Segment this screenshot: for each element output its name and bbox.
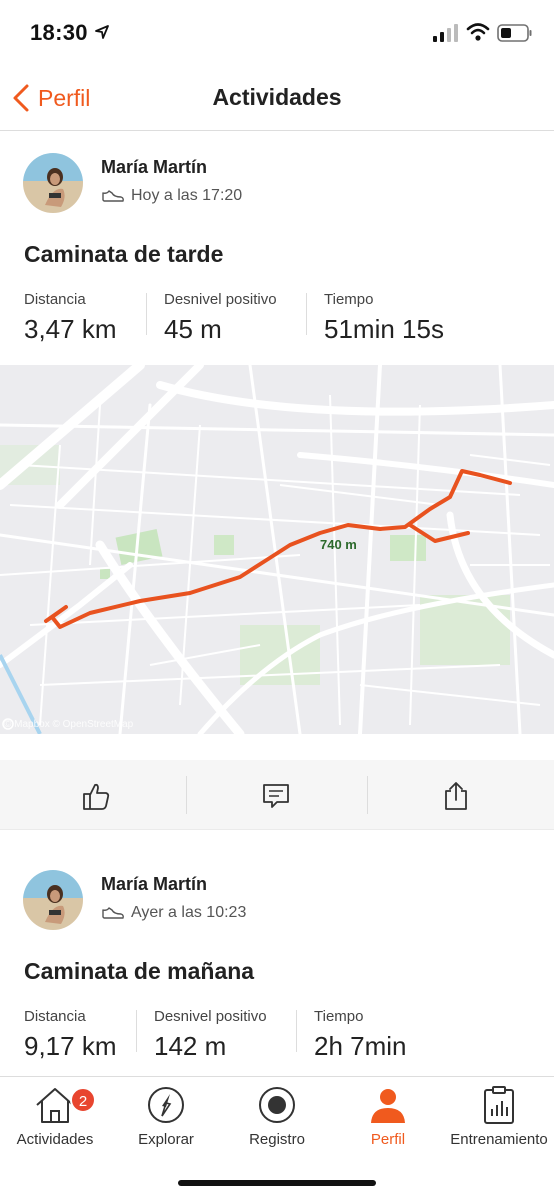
stat-label: Tiempo [314, 1008, 364, 1025]
stat-label: Tiempo [324, 291, 374, 308]
stat-distance: Distancia 3,47 km [24, 291, 117, 345]
tab-perfil[interactable]: Perfil [333, 1085, 443, 1155]
activity-time-label: Ayer a las 10:23 [131, 904, 247, 921]
page-title: Actividades [212, 84, 342, 110]
stat-value: 3,47 km [24, 314, 117, 344]
activity-title[interactable]: Caminata de mañana [24, 958, 254, 985]
activity-card[interactable]: María Martín Ayer a las 10:23 Caminata d… [0, 848, 554, 1076]
divider [306, 293, 307, 335]
divider [296, 1010, 297, 1052]
stat-value: 45 m [164, 314, 222, 344]
stat-value: 2h 7min [314, 1031, 407, 1061]
activity-title[interactable]: Caminata de tarde [24, 241, 223, 268]
tab-label: Registro [249, 1131, 305, 1148]
stat-label: Distancia [24, 291, 86, 308]
wifi-icon [466, 23, 490, 41]
divider [367, 776, 368, 814]
shoe-icon [102, 190, 124, 202]
location-arrow-icon [95, 25, 109, 39]
avatar[interactable] [23, 870, 83, 930]
divider [146, 293, 147, 335]
tab-entrenamiento[interactable]: Entrenamiento [444, 1085, 554, 1155]
activity-stats: Distancia 9,17 km Desnivel positivo 142 … [0, 1008, 554, 1070]
tab-explorar[interactable]: Explorar [111, 1085, 221, 1155]
activity-actions [0, 760, 554, 830]
compass-icon [148, 1087, 184, 1123]
comment-icon [263, 784, 289, 808]
stat-label: Distancia [24, 1008, 86, 1025]
stat-label: Desnivel positivo [154, 1008, 267, 1025]
stat-time: Tiempo 51min 15s [324, 291, 444, 345]
divider [186, 776, 187, 814]
battery-icon [497, 24, 532, 42]
comment-button[interactable] [256, 776, 296, 816]
distance-marker: 740 m [320, 537, 357, 552]
stat-time: Tiempo 2h 7min [314, 1008, 407, 1062]
status-time: 18:30 [30, 20, 88, 45]
thumbs-up-icon [83, 783, 110, 810]
record-icon [259, 1087, 295, 1123]
activity-time: Hoy a las 17:20 [101, 187, 242, 205]
tab-label: Entrenamiento [450, 1131, 548, 1148]
stat-elevation: Desnivel positivo 45 m [164, 291, 277, 345]
like-button[interactable] [76, 776, 116, 816]
stat-value: 142 m [154, 1031, 227, 1061]
tab-label: Explorar [138, 1131, 194, 1148]
notification-badge: 2 [70, 1087, 96, 1113]
athlete-name[interactable]: María Martín [101, 157, 207, 178]
stat-value: 51min 15s [324, 314, 444, 344]
map-canvas [0, 365, 554, 734]
share-button[interactable] [436, 776, 476, 816]
tab-label: Perfil [370, 1131, 406, 1148]
divider [136, 1010, 137, 1052]
stat-elevation: Desnivel positivo 142 m [154, 1008, 267, 1062]
status-bar: 18:30 [0, 0, 554, 66]
avatar[interactable] [23, 153, 83, 213]
stat-label: Desnivel positivo [164, 291, 277, 308]
activity-time-label: Hoy a las 17:20 [131, 187, 243, 204]
athlete-name[interactable]: María Martín [101, 874, 207, 895]
tab-registro[interactable]: Registro [222, 1085, 332, 1155]
clipboard-chart-icon [484, 1086, 514, 1124]
activity-time: Ayer a las 10:23 [101, 904, 246, 922]
share-icon [445, 782, 467, 810]
activity-stats: Distancia 3,47 km Desnivel positivo 45 m… [0, 291, 554, 353]
signal-icon [433, 24, 458, 42]
stat-value: 9,17 km [24, 1031, 117, 1061]
shoe-icon [102, 907, 124, 919]
nav-bar: Perfil Actividades [0, 66, 554, 131]
tab-actividades[interactable]: 2 Actividades [0, 1085, 110, 1155]
route-map[interactable]: © Mapbox © OpenStreetMap [0, 365, 554, 734]
tab-label: Actividades [16, 1131, 94, 1148]
map-attribution: © Mapbox © OpenStreetMap [4, 719, 134, 730]
stat-distance: Distancia 9,17 km [24, 1008, 117, 1062]
profile-icon [371, 1089, 405, 1123]
home-indicator[interactable] [178, 1180, 376, 1186]
